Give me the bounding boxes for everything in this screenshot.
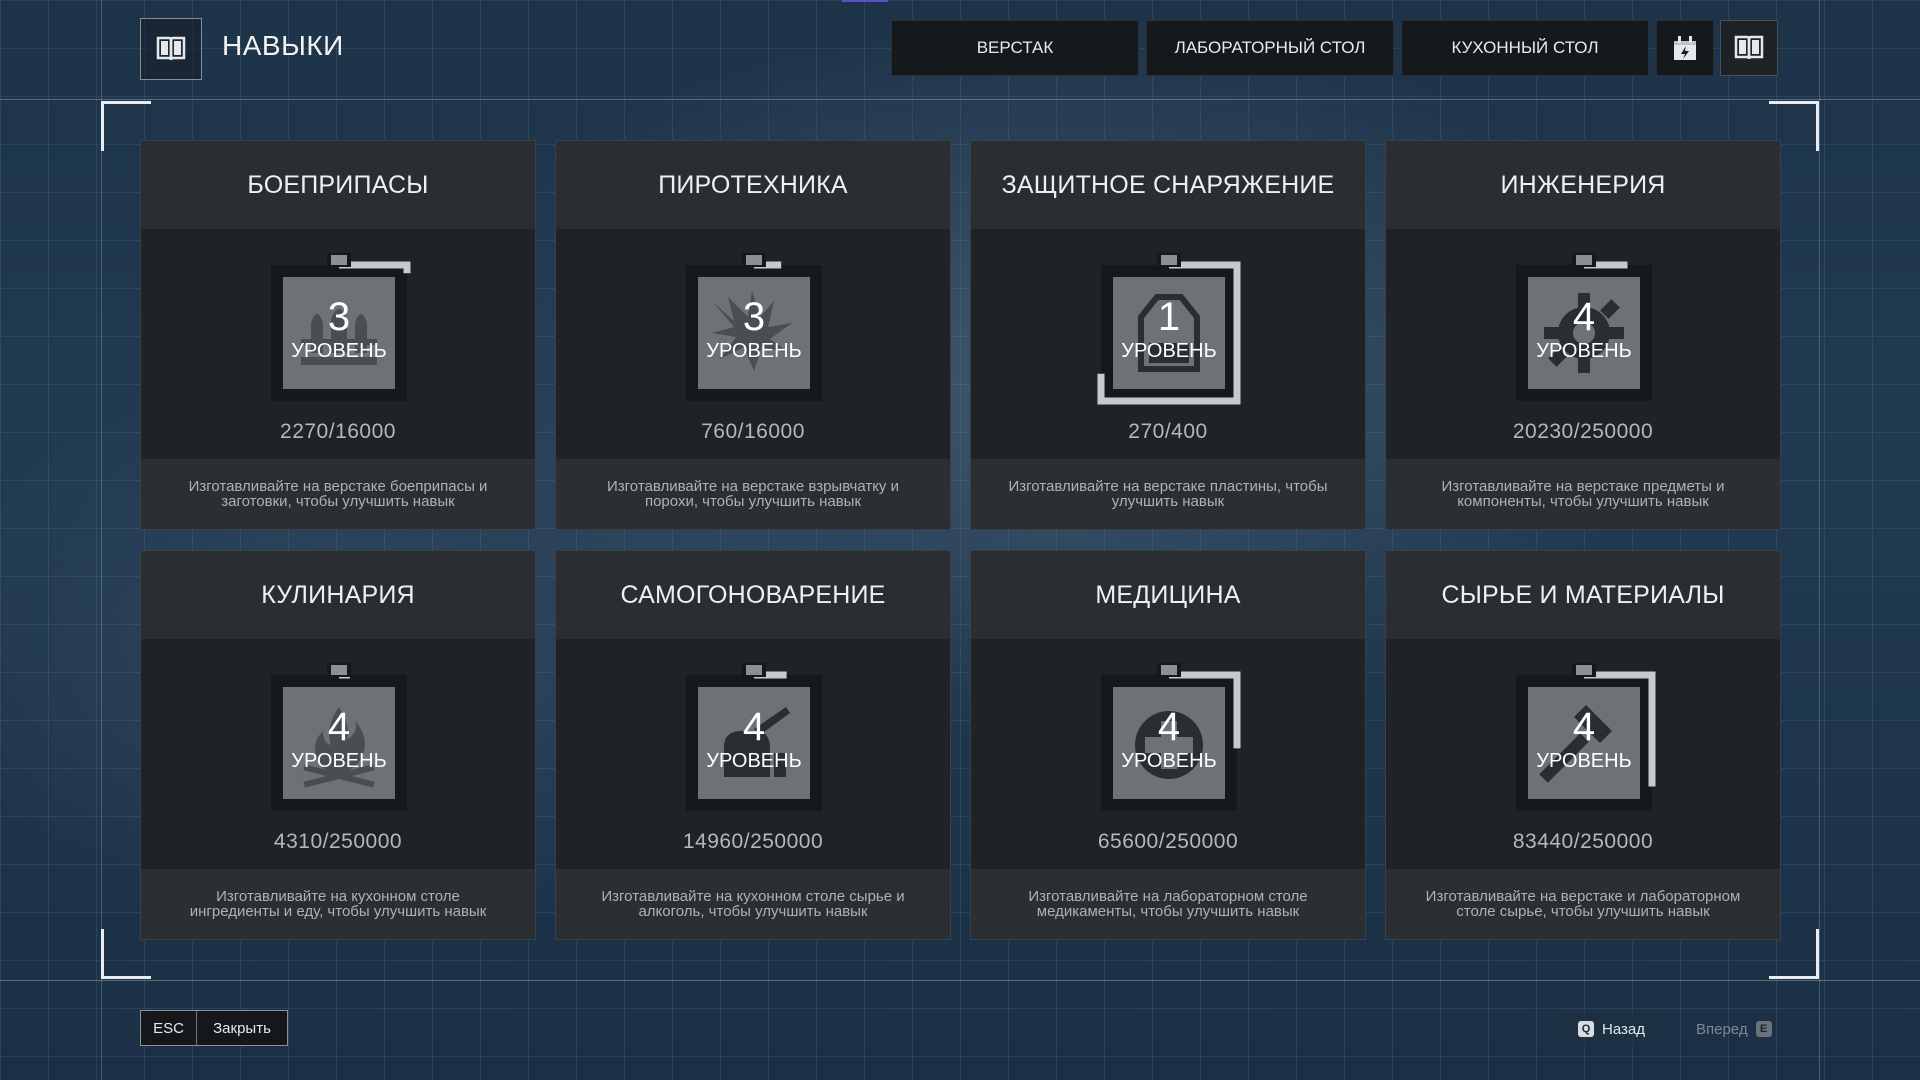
- skill-title: БОЕПРИПАСЫ: [141, 141, 535, 229]
- skill-level-badge: 4 УРОВЕНЬ: [1091, 661, 1247, 821]
- book-icon[interactable]: [1720, 20, 1778, 76]
- skill-description: Изготавливайте на верстаке боеприпасы и …: [141, 459, 535, 529]
- skill-level-label: УРОВЕНЬ: [706, 750, 802, 772]
- skill-level-number: 4: [1572, 295, 1596, 339]
- skill-level-label: УРОВЕНЬ: [1121, 750, 1217, 772]
- skill-description-text: Изготавливайте на верстаке пластины, что…: [1008, 478, 1328, 510]
- forward-label: Вперед: [1696, 1020, 1748, 1038]
- skill-progress-text: 270/400: [1128, 420, 1208, 443]
- skill-card[interactable]: ЗАЩИТНОЕ СНАРЯЖЕНИЕ 1 УРОВЕНЬ 270/400 Из…: [970, 140, 1366, 530]
- skill-title: СЫРЬЕ И МАТЕРИАЛЫ: [1386, 551, 1780, 639]
- skill-level-number: 4: [1157, 705, 1181, 749]
- tab-lab-table[interactable]: ЛАБОРАТОРНЫЙ СТОЛ: [1146, 20, 1394, 76]
- skill-description: Изготавливайте на лабораторном столе мед…: [971, 869, 1365, 939]
- skill-progress-text: 4310/250000: [273, 830, 403, 853]
- skill-description-text: Изготавливайте на кухонном столе ингреди…: [189, 888, 487, 920]
- tab-workbench[interactable]: ВЕРСТАК: [891, 20, 1139, 76]
- skill-level-badge: 1 УРОВЕНЬ: [1091, 251, 1247, 411]
- skill-level-label: УРОВЕНЬ: [1536, 750, 1632, 772]
- calendar-gift-icon[interactable]: [1656, 20, 1714, 76]
- footer-divider: [0, 980, 1920, 981]
- skill-level-label: УРОВЕНЬ: [291, 340, 387, 362]
- skill-description: Изготавливайте на кухонном столе сырье и…: [556, 869, 950, 939]
- skill-progress-text: 83440/250000: [1512, 830, 1654, 853]
- tab-kitchen-table[interactable]: КУХОННЫЙ СТОЛ: [1401, 20, 1649, 76]
- skill-level-number: 4: [742, 705, 766, 749]
- page-title: НАВЫКИ: [222, 30, 344, 61]
- skill-description: Изготавливайте на верстаке и лабораторно…: [1386, 869, 1780, 939]
- q-key-hint: Q: [1578, 1021, 1594, 1037]
- skill-card[interactable]: СЫРЬЕ И МАТЕРИАЛЫ 4 УРОВЕНЬ 83440/250000…: [1385, 550, 1781, 940]
- skill-level-label: УРОВЕНЬ: [1536, 340, 1632, 362]
- skill-description: Изготавливайте на кухонном столе ингреди…: [141, 869, 535, 939]
- forward-button[interactable]: Вперед E: [1682, 1012, 1786, 1046]
- header: НАВЫКИ ВЕРСТАК ЛАБОРАТОРНЫЙ СТОЛ КУХОННЫ…: [0, 0, 1920, 100]
- skill-level-label: УРОВЕНЬ: [291, 750, 387, 772]
- skill-card[interactable]: ПИРОТЕХНИКА 3 УРОВЕНЬ 760/16000 Изготавл…: [555, 140, 951, 530]
- skill-level-badge: 4 УРОВЕНЬ: [261, 661, 417, 821]
- skill-level-number: 4: [1572, 705, 1596, 749]
- skill-title: САМОГОНОВАРЕНИЕ: [556, 551, 950, 639]
- skill-description-text: Изготавливайте на верстаке и лабораторно…: [1425, 888, 1741, 920]
- skill-level-number: 4: [327, 705, 351, 749]
- skill-progress-text: 2270/16000: [280, 420, 396, 443]
- skill-card[interactable]: МЕДИЦИНА 4 УРОВЕНЬ 65600/250000 Изготавл…: [970, 550, 1366, 940]
- top-accent-bar: [842, 0, 888, 2]
- skill-description-text: Изготавливайте на лабораторном столе мед…: [1028, 888, 1308, 920]
- skill-level-badge: 4 УРОВЕНЬ: [1506, 661, 1662, 821]
- skill-card[interactable]: БОЕПРИПАСЫ 3 УРОВЕНЬ 2270/16000 Изготавл…: [140, 140, 536, 530]
- skill-title: ИНЖЕНЕРИЯ: [1386, 141, 1780, 229]
- skill-level-label: УРОВЕНЬ: [1121, 340, 1217, 362]
- back-button[interactable]: Q Назад: [1564, 1012, 1659, 1046]
- skill-title: КУЛИНАРИЯ: [141, 551, 535, 639]
- skill-level-badge: 4 УРОВЕНЬ: [1506, 251, 1662, 411]
- skill-level-number: 1: [1157, 295, 1181, 339]
- skill-title: МЕДИЦИНА: [971, 551, 1365, 639]
- header-divider: [0, 99, 1920, 100]
- frame-line-left: [101, 0, 102, 1080]
- skill-progress-text: 65600/250000: [1097, 830, 1239, 853]
- skill-title: ЗАЩИТНОЕ СНАРЯЖЕНИЕ: [971, 141, 1365, 229]
- skill-level-badge: 3 УРОВЕНЬ: [261, 251, 417, 411]
- e-key-hint: E: [1755, 1021, 1772, 1037]
- skill-level-badge: 4 УРОВЕНЬ: [676, 661, 832, 821]
- back-label: Назад: [1602, 1020, 1645, 1038]
- skill-level-badge: 3 УРОВЕНЬ: [676, 251, 832, 411]
- skill-description-text: Изготавливайте на верстаке взрывчатку и …: [607, 478, 899, 510]
- close-control[interactable]: ESC Закрыть: [140, 1010, 288, 1046]
- skill-level-number: 3: [327, 295, 351, 339]
- esc-key-hint: ESC: [141, 1011, 197, 1045]
- skill-card[interactable]: САМОГОНОВАРЕНИЕ 4 УРОВЕНЬ 14960/250000 И…: [555, 550, 951, 940]
- close-button[interactable]: Закрыть: [197, 1011, 287, 1045]
- skill-description-text: Изготавливайте на кухонном столе сырье и…: [601, 888, 905, 920]
- skill-card[interactable]: КУЛИНАРИЯ 4 УРОВЕНЬ 4310/250000 Изготавл…: [140, 550, 536, 940]
- skill-description-text: Изготавливайте на верстаке боеприпасы и …: [188, 478, 488, 510]
- skill-progress-text: 760/16000: [701, 420, 805, 443]
- skill-title: ПИРОТЕХНИКА: [556, 141, 950, 229]
- skill-level-number: 3: [742, 295, 766, 339]
- skills-book-icon[interactable]: [140, 18, 202, 80]
- skill-description: Изготавливайте на верстаке взрывчатку и …: [556, 459, 950, 529]
- skill-progress-text: 20230/250000: [1512, 420, 1654, 443]
- skill-description: Изготавливайте на верстаке предметы и ко…: [1386, 459, 1780, 529]
- skill-description: Изготавливайте на верстаке пластины, что…: [971, 459, 1365, 529]
- frame-line-right: [1819, 0, 1820, 1080]
- skill-progress-text: 14960/250000: [682, 830, 824, 853]
- skill-card[interactable]: ИНЖЕНЕРИЯ 4 УРОВЕНЬ 20230/250000 Изготав…: [1385, 140, 1781, 530]
- skill-description-text: Изготавливайте на верстаке предметы и ко…: [1441, 478, 1725, 510]
- skill-level-label: УРОВЕНЬ: [706, 340, 802, 362]
